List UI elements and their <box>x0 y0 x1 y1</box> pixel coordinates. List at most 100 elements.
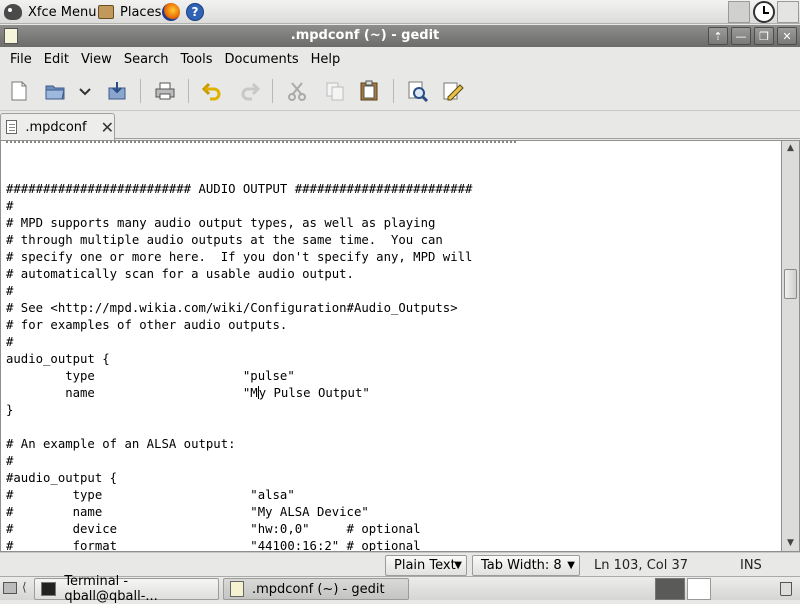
toolbar-separator <box>140 79 141 103</box>
places-button[interactable]: Places <box>98 2 161 22</box>
code-line: # specify one or more here. If you don't… <box>6 250 473 264</box>
redo-icon <box>241 82 261 101</box>
top-panel: Xfce Menu Places ? <box>0 0 800 24</box>
scroll-down-icon[interactable]: ▼ <box>785 538 796 549</box>
scrolled-line-fragment <box>6 141 516 143</box>
menu-edit[interactable]: Edit <box>38 52 75 67</box>
paste-icon <box>360 80 378 101</box>
cut-button[interactable] <box>285 79 309 103</box>
system-tray-icon[interactable] <box>777 1 799 23</box>
task-gedit[interactable]: .mpdconf (~) - gedit <box>223 578 409 600</box>
code-line: # type "alsa" <box>6 488 295 502</box>
xfce-mouse-icon <box>4 4 22 20</box>
firefox-launcher[interactable] <box>162 2 180 22</box>
places-icon <box>98 5 114 19</box>
open-button[interactable] <box>43 79 67 103</box>
replace-button[interactable] <box>441 79 465 103</box>
trash-icon[interactable] <box>780 582 792 596</box>
task-gedit-label: .mpdconf (~) - gedit <box>252 581 385 597</box>
code-area[interactable]: ######################### AUDIO OUTPUT #… <box>6 181 473 552</box>
print-icon <box>155 82 175 100</box>
cursor-position: Ln 103, Col 37 <box>594 558 689 573</box>
document-icon <box>6 120 18 134</box>
close-window-button[interactable]: ✕ <box>777 27 797 45</box>
menu-view[interactable]: View <box>75 52 118 67</box>
chevron-down-icon: ▼ <box>567 560 575 571</box>
minimize-button[interactable]: — <box>731 27 751 45</box>
menu-file[interactable]: File <box>4 52 38 67</box>
code-line: # name "My ALSA Device" <box>6 505 369 519</box>
code-line: # device "hw:0,0" # optional <box>6 522 421 536</box>
code-line: } <box>6 403 14 417</box>
replace-icon <box>443 82 464 101</box>
save-button[interactable] <box>105 79 129 103</box>
open-recent-dropdown[interactable] <box>74 79 96 103</box>
roll-up-button[interactable]: ⇡ <box>708 27 728 45</box>
workspace-2-icon[interactable] <box>687 578 711 600</box>
firefox-icon <box>162 3 180 21</box>
tab-mpdconf[interactable]: .mpdconf ✕ <box>0 113 115 140</box>
menu-search[interactable]: Search <box>118 52 175 67</box>
task-list-handle: ⟨ <box>22 580 27 594</box>
open-icon <box>45 85 65 100</box>
code-line: type "pulse" <box>6 369 295 383</box>
tab-width-selector[interactable]: Tab Width: 8 ▼ <box>472 555 580 576</box>
code-line: # An example of an ALSA output: <box>6 437 236 451</box>
scrollbar-thumb[interactable] <box>784 269 797 299</box>
language-label: Plain Text <box>394 558 456 573</box>
toolbar-separator <box>272 79 273 103</box>
text-editor[interactable]: ######################### AUDIO OUTPUT #… <box>0 140 782 552</box>
print-button[interactable] <box>153 79 177 103</box>
code-line: # format "44100:16:2" # optional <box>6 539 421 552</box>
code-line: # <box>6 335 14 349</box>
toolbar-separator <box>188 79 189 103</box>
window-titlebar[interactable]: .mpdconf (~) - gedit ⇡ — ❐ ✕ <box>0 25 800 47</box>
menu-documents[interactable]: Documents <box>219 52 305 67</box>
undo-icon <box>201 82 221 101</box>
code-line: # <box>6 284 14 298</box>
copy-button[interactable] <box>323 79 347 103</box>
clock-icon[interactable] <box>753 1 775 23</box>
window-title: .mpdconf (~) - gedit <box>290 28 440 43</box>
gedit-icon <box>230 581 244 597</box>
find-button[interactable] <box>406 79 430 103</box>
menu-tools[interactable]: Tools <box>174 52 218 67</box>
code-line: name "My Pulse Output" <box>6 386 370 400</box>
code-line: #audio_output { <box>6 471 118 485</box>
open-dropdown-icon <box>79 88 91 96</box>
find-icon <box>408 81 429 102</box>
code-line: # automatically scan for a usable audio … <box>6 267 354 281</box>
new-document-icon <box>11 81 27 101</box>
code-line: # <box>6 199 14 213</box>
save-icon <box>108 82 126 100</box>
workspace-switcher-icon[interactable] <box>728 1 750 23</box>
code-line: # MPD supports many audio output types, … <box>6 216 436 230</box>
tab-label: .mpdconf <box>25 119 87 135</box>
menubar: File Edit View Search Tools Documents He… <box>0 48 800 70</box>
undo-button[interactable] <box>200 79 224 103</box>
show-desktop-icon[interactable] <box>3 582 17 594</box>
taskbar: ⟨ Terminal - qball@qball-... .mpdconf (~… <box>0 574 800 604</box>
tab-width-label: Tab Width: 8 <box>481 558 562 573</box>
insert-mode: INS <box>740 558 762 573</box>
new-document-button[interactable] <box>7 79 31 103</box>
chevron-down-icon: ▼ <box>454 560 462 571</box>
code-line: # <box>6 454 14 468</box>
maximize-button[interactable]: ❐ <box>754 27 774 45</box>
tab-close-icon[interactable]: ✕ <box>101 118 114 137</box>
help-icon: ? <box>186 3 204 21</box>
code-line: ######################### AUDIO OUTPUT #… <box>6 182 473 196</box>
paste-button[interactable] <box>357 79 381 103</box>
vertical-scrollbar[interactable]: ▲ ▼ <box>782 140 800 552</box>
places-label: Places <box>120 4 162 20</box>
task-terminal[interactable]: Terminal - qball@qball-... <box>34 574 219 604</box>
language-selector[interactable]: Plain Text ▼ <box>385 555 467 576</box>
workspace-1-icon[interactable] <box>655 578 685 600</box>
redo-button[interactable] <box>238 79 262 103</box>
menu-help[interactable]: Help <box>305 52 347 67</box>
help-launcher[interactable]: ? <box>186 2 204 22</box>
scroll-up-icon[interactable]: ▲ <box>785 143 796 154</box>
xfce-menu-button[interactable]: Xfce Menu <box>4 2 96 22</box>
toolbar <box>0 71 800 111</box>
